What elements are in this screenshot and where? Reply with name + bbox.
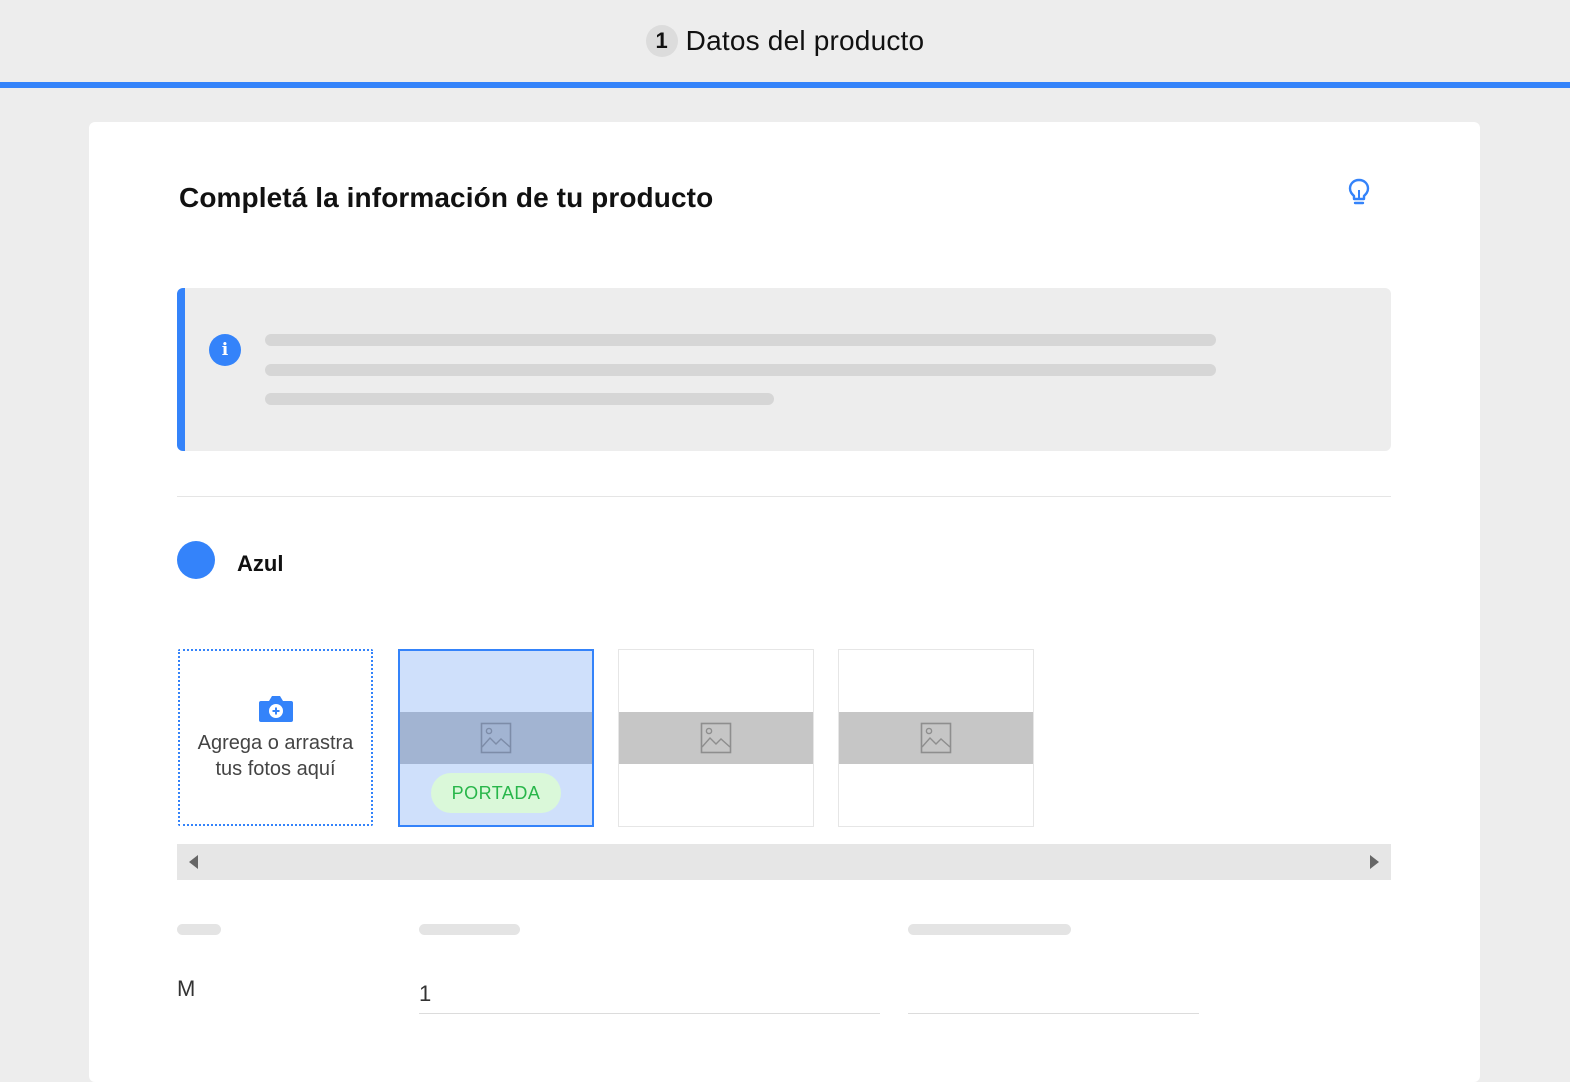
image-placeholder-icon [700, 722, 732, 754]
info-text-line [265, 364, 1216, 376]
photo-thumbnail[interactable] [838, 649, 1034, 827]
quantity-input[interactable] [419, 968, 880, 1014]
section-divider [177, 496, 1391, 497]
photo-thumbnail[interactable] [618, 649, 814, 827]
color-swatch [177, 541, 215, 579]
image-placeholder-icon [920, 722, 952, 754]
stepper-header: 1 Datos del producto [0, 0, 1570, 82]
photo-thumbnail[interactable]: PORTADA [398, 649, 594, 827]
image-placeholder-icon [480, 722, 512, 754]
column-header-size [177, 924, 221, 935]
scroll-left-arrow-icon[interactable] [189, 855, 198, 869]
column-header-extra [908, 924, 1071, 935]
photos-scrollbar[interactable] [177, 844, 1391, 880]
variant-extra-input[interactable] [908, 968, 1199, 1014]
color-name: Azul [237, 551, 284, 576]
photo-upload-dropzone[interactable]: Agrega o arrastra tus fotos aquí [178, 649, 373, 826]
info-message-box: i [177, 288, 1391, 451]
info-text-line [265, 334, 1216, 346]
camera-add-icon [258, 695, 293, 722]
lightbulb-icon[interactable] [1347, 177, 1371, 209]
scroll-right-arrow-icon[interactable] [1370, 855, 1379, 869]
column-header-quantity [419, 924, 520, 935]
info-icon: i [209, 334, 241, 366]
size-value: M [177, 976, 196, 1001]
info-text-line [265, 393, 774, 405]
upload-instructions: Agrega o arrastra tus fotos aquí [197, 731, 354, 780]
cover-badge: PORTADA [431, 773, 561, 813]
step-progress-bar [0, 82, 1570, 88]
product-form-card: Completá la información de tu producto i… [89, 122, 1480, 1082]
step-number-badge: 1 [645, 25, 678, 57]
page-title: Completá la información de tu producto [179, 182, 714, 213]
step-title: Datos del producto [685, 25, 925, 56]
